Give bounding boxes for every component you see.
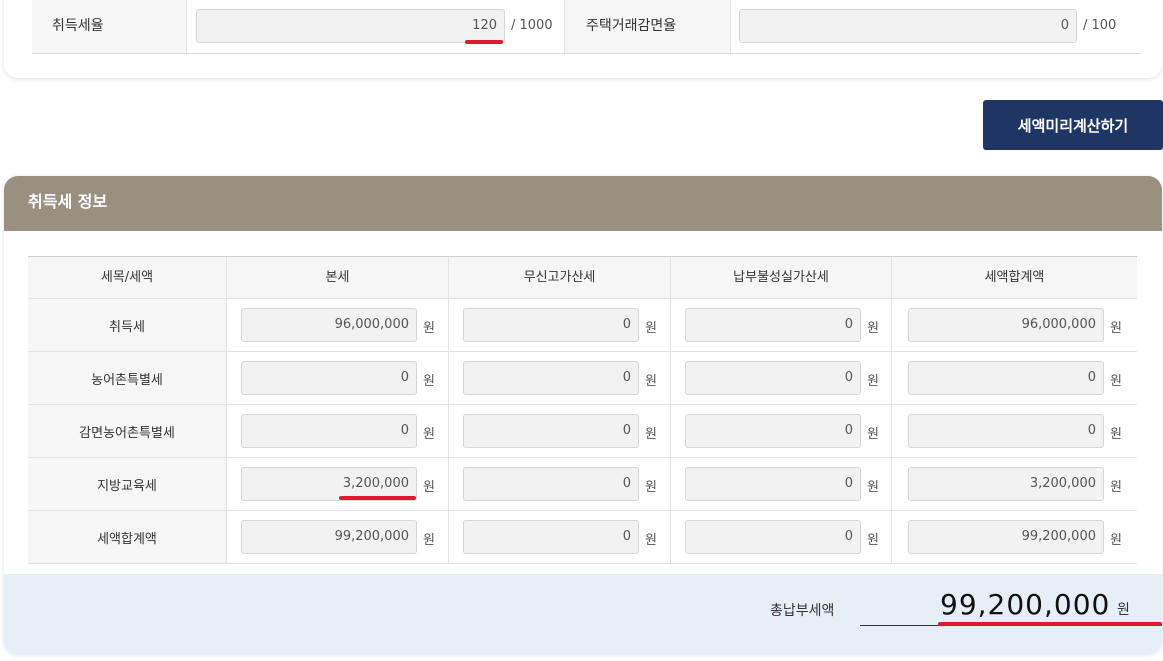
tax-total-field[interactable]: 0 bbox=[908, 414, 1104, 448]
no-report-penalty-field[interactable]: 0 bbox=[463, 308, 639, 342]
total-payment-value: 99,200,000 bbox=[940, 588, 1111, 621]
tax-rate-label: 취득세율 bbox=[32, 0, 187, 53]
reduction-rate-unit: / 100 bbox=[1083, 18, 1117, 33]
late-payment-penalty-field[interactable]: 0 bbox=[685, 361, 861, 395]
won-unit: 원 bbox=[423, 533, 435, 548]
row-label: 세액합계액 bbox=[28, 511, 227, 563]
calculate-tax-button[interactable]: 세액미리계산하기 bbox=[983, 100, 1163, 150]
tax-info-title: 취득세 정보 bbox=[4, 176, 1162, 231]
table-row: 농어촌특별세 0원 0원 0원 0원 bbox=[28, 352, 1137, 405]
won-unit: 원 bbox=[645, 533, 657, 548]
won-unit: 원 bbox=[645, 374, 657, 389]
won-unit: 원 bbox=[1110, 427, 1122, 442]
won-unit: 원 bbox=[1110, 374, 1122, 389]
tax-rate-unit: / 1000 bbox=[511, 18, 553, 33]
no-report-penalty-field[interactable]: 0 bbox=[463, 520, 639, 554]
won-unit: 원 bbox=[645, 480, 657, 495]
no-report-penalty-field[interactable]: 0 bbox=[463, 467, 639, 501]
reduction-rate-input[interactable]: 0 bbox=[739, 9, 1077, 43]
table-row: 세액합계액 99,200,000 원 0원 0원 99,200,000 원 bbox=[28, 511, 1137, 564]
tax-total-field[interactable]: 0 bbox=[908, 361, 1104, 395]
won-unit: 원 bbox=[1110, 533, 1122, 548]
reduction-rate-label: 주택거래감면율 bbox=[564, 0, 731, 53]
won-unit: 원 bbox=[867, 533, 879, 548]
tax-total-field[interactable]: 99,200,000 bbox=[908, 520, 1104, 554]
no-report-penalty-field[interactable]: 0 bbox=[463, 414, 639, 448]
total-payment-label: 총납부세액 bbox=[770, 603, 835, 619]
won-unit: 원 bbox=[645, 427, 657, 442]
tax-table: 세목/세액 본세 무신고가산세 납부불성실가산세 세액합계액 취득세 96,00… bbox=[28, 256, 1137, 564]
total-payment-unit: 원 bbox=[1117, 602, 1130, 618]
late-payment-penalty-field[interactable]: 0 bbox=[685, 308, 861, 342]
base-tax-field[interactable]: 99,200,000 bbox=[241, 520, 417, 554]
tax-rate-input[interactable]: 120 bbox=[196, 9, 505, 43]
header-tax-item: 세목/세액 bbox=[28, 257, 227, 298]
base-tax-field[interactable]: 96,000,000 bbox=[241, 308, 417, 342]
table-row: 감면농어촌특별세 0원 0원 0원 0원 bbox=[28, 405, 1137, 458]
row-label: 취득세 bbox=[28, 299, 227, 351]
highlight-underline bbox=[465, 40, 503, 44]
won-unit: 원 bbox=[867, 427, 879, 442]
won-unit: 원 bbox=[867, 321, 879, 336]
won-unit: 원 bbox=[423, 427, 435, 442]
tax-info-card: 취득세 정보 세목/세액 본세 무신고가산세 납부불성실가산세 세액합계액 취득… bbox=[4, 176, 1162, 654]
late-payment-penalty-field[interactable]: 0 bbox=[685, 520, 861, 554]
won-unit: 원 bbox=[423, 374, 435, 389]
won-unit: 원 bbox=[867, 374, 879, 389]
row-label: 지방교육세 bbox=[28, 458, 227, 510]
won-unit: 원 bbox=[645, 321, 657, 336]
won-unit: 원 bbox=[423, 480, 435, 495]
header-tax-total: 세액합계액 bbox=[984, 270, 1045, 285]
acquisition-settings-card: 취득세율 120 / 1000 주택거래감면율 0 / 100 bbox=[4, 0, 1162, 78]
highlight-underline bbox=[339, 496, 416, 500]
highlight-underline bbox=[938, 622, 1162, 626]
late-payment-penalty-field[interactable]: 0 bbox=[685, 414, 861, 448]
won-unit: 원 bbox=[867, 480, 879, 495]
table-row: 취득세 96,000,000 원 0원 0원 96,000,000 원 bbox=[28, 299, 1137, 352]
tax-total-field[interactable]: 96,000,000 bbox=[908, 308, 1104, 342]
no-report-penalty-field[interactable]: 0 bbox=[463, 361, 639, 395]
header-no-report-penalty: 무신고가산세 bbox=[449, 257, 671, 298]
won-unit: 원 bbox=[1110, 321, 1122, 336]
base-tax-field[interactable]: 0 bbox=[241, 361, 417, 395]
base-tax-field[interactable]: 0 bbox=[241, 414, 417, 448]
table-header-row: 세목/세액 본세 무신고가산세 납부불성실가산세 세액합계액 bbox=[28, 257, 1137, 299]
tax-total-field[interactable]: 3,200,000 bbox=[908, 467, 1104, 501]
header-base-tax: 본세 bbox=[227, 257, 449, 298]
table-row: 지방교육세 3,200,000 원 0원 0원 3,200,000 원 bbox=[28, 458, 1137, 511]
won-unit: 원 bbox=[1110, 480, 1122, 495]
row-label: 농어촌특별세 bbox=[28, 352, 227, 404]
won-unit: 원 bbox=[423, 321, 435, 336]
row-label: 감면농어촌특별세 bbox=[28, 405, 227, 457]
late-payment-penalty-field[interactable]: 0 bbox=[685, 467, 861, 501]
total-payment-bar: 총납부세액 99,200,000 원 bbox=[4, 574, 1162, 654]
header-late-payment-penalty: 납부불성실가산세 bbox=[671, 257, 892, 298]
rate-row: 취득세율 120 / 1000 주택거래감면율 0 / 100 bbox=[32, 0, 1140, 54]
